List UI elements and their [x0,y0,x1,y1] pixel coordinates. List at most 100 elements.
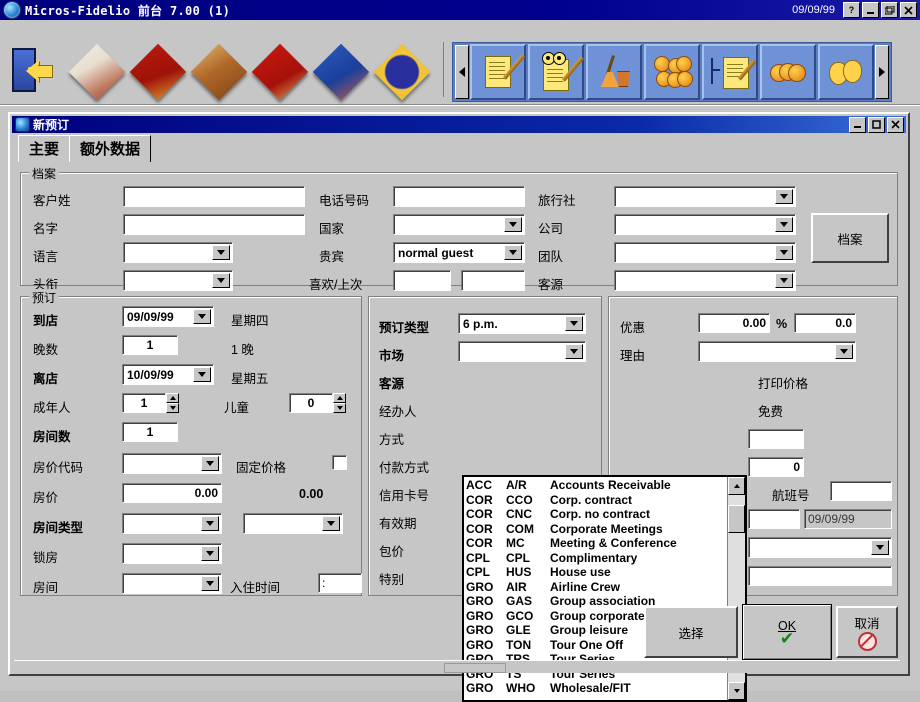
select-button[interactable]: 选择 [644,606,738,658]
right-field-1[interactable] [748,429,804,449]
adults-stepper-up[interactable] [166,393,179,403]
first-name-input[interactable] [123,214,305,235]
restore-button[interactable] [881,2,898,18]
list-item[interactable]: CPL CPL Complimentary [466,551,727,566]
right-field-3[interactable] [748,509,800,529]
departure-date-combo[interactable]: 10/09/99 [122,364,214,385]
rooms-input[interactable]: 1 [122,422,178,442]
key-diamond-icon[interactable] [129,43,187,101]
prefer-input[interactable] [393,270,451,291]
vip-combo[interactable]: normal guest [393,242,525,263]
rate-code-combo[interactable] [122,453,222,474]
posting-icon[interactable] [702,44,758,100]
inquiry-icon[interactable] [528,44,585,100]
close-button[interactable] [900,2,917,18]
room-combo[interactable] [122,573,222,594]
travel-agent-combo[interactable] [614,186,796,207]
reservation-icon[interactable] [470,44,526,100]
chevron-down-icon[interactable] [212,273,230,288]
minimize-button[interactable] [862,2,879,18]
globe-diamond-icon[interactable] [373,43,431,101]
title-combo[interactable] [123,270,233,291]
chevron-down-icon[interactable] [193,367,211,382]
last-name-input[interactable] [123,186,305,207]
theatre-icon[interactable] [818,44,874,100]
list-item[interactable]: COR CCO Corp. contract [466,493,727,508]
language-combo[interactable] [123,242,233,263]
chevron-down-icon[interactable] [201,456,219,471]
tab-extra-data[interactable]: 额外数据 [69,135,152,162]
last-stay-input[interactable] [461,270,525,291]
chevron-down-icon[interactable] [565,344,583,359]
chevron-down-icon[interactable] [775,189,793,204]
phone-input[interactable] [393,186,525,207]
list-item[interactable]: CPL HUS House use [466,565,727,580]
chevron-down-icon[interactable] [201,546,219,561]
room-type-combo[interactable] [122,513,222,534]
reason-combo[interactable] [698,341,856,362]
scroll-right-icon[interactable] [875,45,889,99]
dialog-close-button[interactable] [887,116,904,133]
profile-source-combo[interactable] [614,270,796,291]
breakfast-diamond-icon[interactable] [190,43,248,101]
profile-button[interactable]: 档案 [811,213,889,263]
chevron-down-icon[interactable] [201,516,219,531]
dialog-minimize-button[interactable] [849,116,866,133]
scroll-up-icon[interactable] [728,477,745,495]
nights-input[interactable]: 1 [122,335,178,355]
children-stepper-up[interactable] [333,393,346,403]
children-input[interactable]: 0 [289,393,333,413]
room-type-secondary-combo[interactable] [243,513,343,534]
adults-stepper[interactable] [166,393,179,413]
flight-number-input[interactable] [830,481,892,501]
list-item[interactable]: GRO AIR Airline Crew [466,580,727,595]
adults-stepper-down[interactable] [166,403,179,413]
chevron-down-icon[interactable] [775,273,793,288]
group-combo[interactable] [614,242,796,263]
chevron-down-icon[interactable] [775,245,793,260]
list-item[interactable]: ACC A/R Accounts Receivable [466,478,727,493]
list-item[interactable]: COR MC Meeting & Conference [466,536,727,551]
right-combo[interactable] [748,537,892,558]
company-combo[interactable] [614,214,796,235]
exit-door-icon[interactable] [6,44,64,100]
chevron-down-icon[interactable] [193,309,211,324]
flowers-diamond-icon[interactable] [312,43,370,101]
arrival-date-combo[interactable]: 09/09/99 [122,306,214,327]
ok-button[interactable]: OK ✔ [742,604,832,660]
rate-input[interactable]: 0.00 [122,483,222,503]
dialog-maximize-button[interactable] [868,116,885,133]
chevron-down-icon[interactable] [835,344,853,359]
country-combo[interactable] [393,214,525,235]
market-combo[interactable] [458,341,586,362]
scroll-left-icon[interactable] [455,45,469,99]
chevron-down-icon[interactable] [871,540,889,555]
help-button[interactable]: ? [843,2,860,18]
cancel-button[interactable]: 取消 [836,606,898,658]
list-item[interactable]: COR COM Corporate Meetings [466,522,727,537]
chevron-down-icon[interactable] [322,516,340,531]
right-note-field[interactable] [748,566,892,586]
chevron-down-icon[interactable] [504,217,522,232]
children-stepper-down[interactable] [333,403,346,413]
list-item[interactable]: GRO WHO Wholesale/FIT [466,681,727,696]
scroll-down-icon[interactable] [728,682,745,700]
res-type-combo[interactable]: 6 p.m. [458,313,586,334]
right-field-2[interactable]: 0 [748,457,804,477]
discount-percent-input[interactable]: 0.0 [794,313,856,333]
cashiering-icon[interactable] [644,44,700,100]
housekeeping-icon[interactable] [586,44,642,100]
bed-diamond-icon[interactable] [68,43,126,101]
chevron-down-icon[interactable] [212,245,230,260]
block-combo[interactable] [122,543,222,564]
tab-main[interactable]: 主要 [18,135,71,162]
chevron-down-icon[interactable] [565,316,583,331]
fixed-rate-checkbox[interactable] [332,455,347,470]
chevron-down-icon[interactable] [775,217,793,232]
adults-input[interactable]: 1 [122,393,166,413]
arrival-time-input[interactable]: : [318,573,362,593]
scrollbar-thumb[interactable] [728,505,745,533]
currency-icon[interactable] [760,44,816,100]
chevron-down-icon[interactable] [504,245,522,260]
discount-amount-input[interactable]: 0.00 [698,313,770,333]
